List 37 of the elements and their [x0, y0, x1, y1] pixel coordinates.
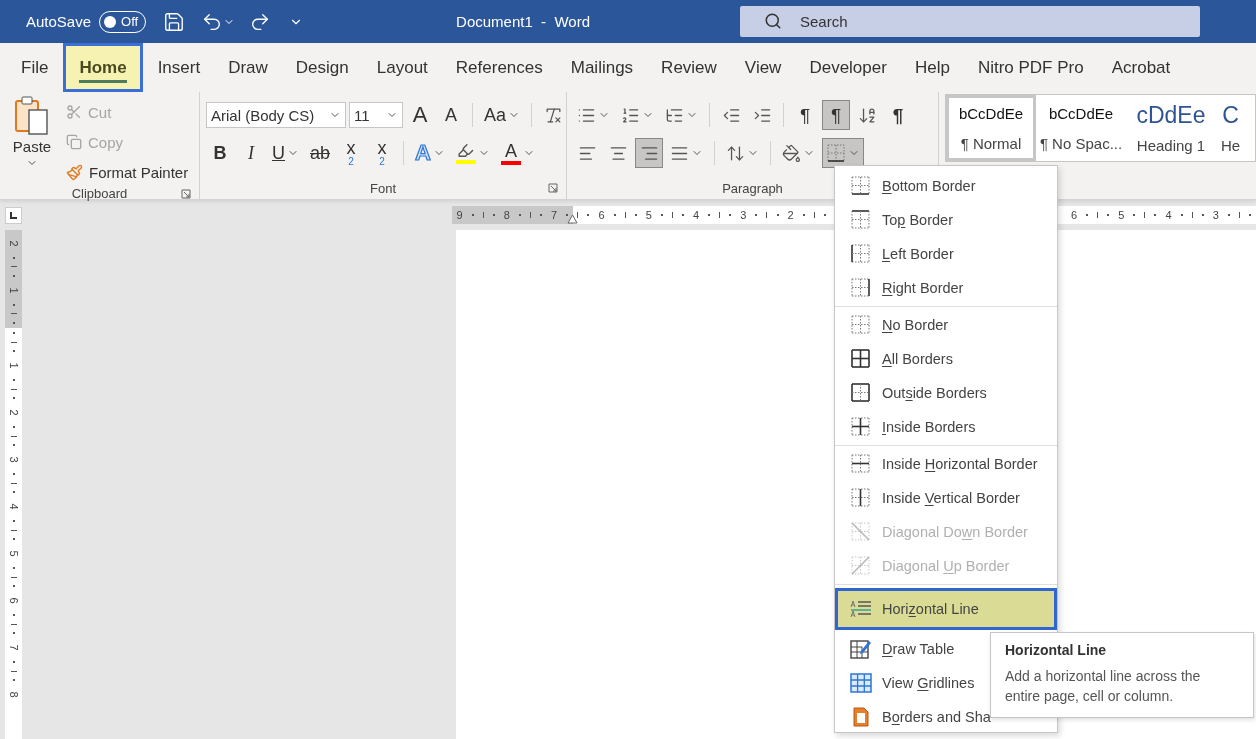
ruler-number: 9 [456, 209, 463, 221]
ruler-number: 2 [8, 240, 19, 247]
ruler-number: 4 [8, 503, 19, 510]
ruler-number: 2 [8, 409, 19, 416]
ruler-number: 1 [8, 287, 19, 294]
ruler-number: 3 [1212, 209, 1219, 221]
ruler-number: 5 [1118, 209, 1125, 221]
ruler-number: 1 [8, 362, 19, 369]
style-preview: bCcDdEe [1048, 104, 1114, 122]
style-preview: cDdEe [1136, 102, 1206, 129]
group-label: Font [370, 180, 396, 196]
autosave-label: AutoSave [26, 13, 92, 30]
group-label: Paragraph [722, 180, 783, 196]
window-title: Document1 - Word [456, 13, 590, 30]
ruler-number: 3 [740, 209, 747, 221]
style-name: He [1221, 137, 1241, 154]
ruler-number: 6 [8, 597, 19, 604]
tooltip-title: Horizontal Line [1005, 642, 1108, 658]
ruler-number: 8 [503, 209, 510, 221]
group-label: Clipboard [71, 186, 128, 201]
ruler-number: 7 [8, 644, 19, 651]
style-preview: C [1222, 102, 1239, 129]
ruler-number: 5 [645, 209, 652, 221]
ruler-number: 5 [8, 550, 19, 557]
ruler-number: 8 [8, 691, 19, 698]
ruler-number: 3 [8, 456, 19, 463]
style-preview: bCcDdEe [958, 104, 1024, 122]
style-name: ¶ No Spac... [1039, 134, 1123, 152]
ruler-number: 6 [1070, 209, 1077, 221]
ruler-number: 4 [693, 209, 700, 221]
ruler-number: 7 [551, 209, 558, 221]
ruler-number: 4 [1165, 209, 1172, 221]
tooltip-text: Add a horizontal line across the entire page, cell or column. [1005, 667, 1202, 707]
style-name: Heading 1 [1136, 137, 1206, 154]
ruler-number: 6 [598, 209, 605, 221]
style-name: ¶ Normal [960, 134, 1022, 152]
ruler-number: 2 [787, 209, 794, 221]
